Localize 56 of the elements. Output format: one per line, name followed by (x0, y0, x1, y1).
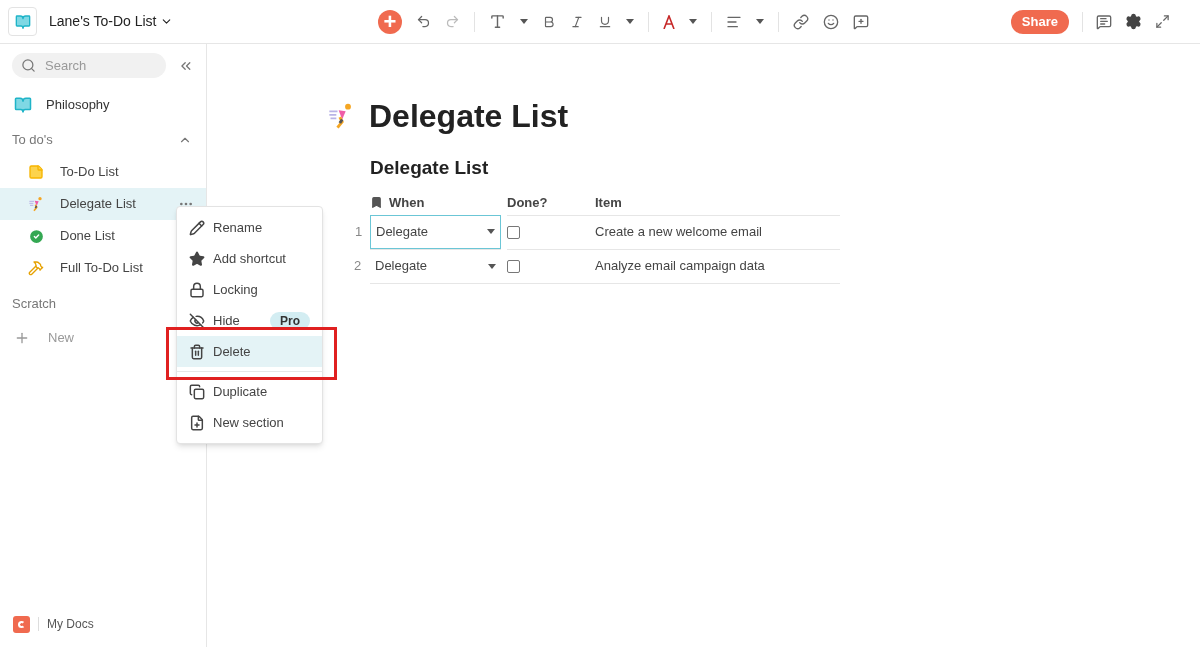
comment-add-icon[interactable] (853, 13, 869, 30)
menu-item[interactable]: Delete (177, 336, 322, 367)
search-field[interactable]: Search (12, 53, 167, 78)
note-icon (28, 164, 44, 180)
menu-item[interactable]: Duplicate (177, 376, 322, 407)
caret-icon (488, 263, 496, 269)
section-icon (189, 414, 205, 431)
underline-icon[interactable] (598, 14, 612, 29)
sidebar-item[interactable]: To-Do List (0, 156, 206, 188)
settings-icon[interactable] (1125, 13, 1142, 30)
hammer-icon (28, 260, 44, 276)
bookmark-icon (370, 196, 383, 209)
text-color-icon[interactable] (663, 14, 675, 29)
section-title[interactable]: To do's (12, 130, 53, 150)
caret-icon (626, 19, 634, 24)
star-icon (189, 250, 205, 267)
check-icon (28, 227, 45, 245)
row-number: 1 (355, 222, 363, 241)
menu-item[interactable]: New section (177, 407, 322, 438)
column-header[interactable]: When (389, 192, 425, 213)
column-header[interactable]: Item (595, 192, 622, 213)
column-header[interactable]: Done? (507, 192, 548, 213)
checkbox[interactable] (507, 259, 520, 273)
caret-icon (520, 19, 528, 24)
checkbox[interactable] (507, 225, 520, 239)
italic-icon[interactable] (570, 14, 584, 29)
table-cell-text: Analyze email campaign data (595, 257, 765, 276)
lock-icon (189, 281, 205, 298)
my-docs-link[interactable]: My Docs (47, 615, 94, 633)
page-title: Delegate List (369, 97, 569, 136)
link-icon[interactable] (793, 13, 809, 30)
book-icon (14, 96, 32, 114)
sidebar-item[interactable]: Delegate List (0, 188, 206, 220)
caret-icon (689, 19, 697, 24)
doc-title[interactable]: Lane's To-Do List (49, 11, 174, 32)
emoji-icon[interactable] (823, 13, 839, 30)
undo-icon[interactable] (416, 14, 431, 29)
table-cell-text: Create a new welcome email (595, 223, 762, 242)
caret-icon (756, 19, 764, 24)
app-logo-icon (13, 615, 30, 633)
copy-icon (189, 383, 205, 400)
caret-icon (487, 229, 495, 234)
text-style-icon[interactable] (489, 13, 506, 30)
runner-icon (28, 196, 44, 212)
search-icon (21, 58, 36, 73)
row-number: 2 (354, 257, 362, 276)
pencil-icon (189, 219, 205, 236)
trash-icon (189, 343, 205, 360)
expand-icon[interactable] (1155, 14, 1170, 29)
sidebar-item[interactable]: Philosophy (0, 90, 206, 120)
menu-item[interactable]: Hide Pro (177, 305, 322, 336)
table-title: Delegate List (370, 156, 490, 180)
eye-off-icon (189, 312, 205, 329)
comments-icon[interactable] (1096, 13, 1112, 30)
bold-icon[interactable] (542, 14, 556, 29)
section-title[interactable]: Scratch (12, 294, 57, 314)
